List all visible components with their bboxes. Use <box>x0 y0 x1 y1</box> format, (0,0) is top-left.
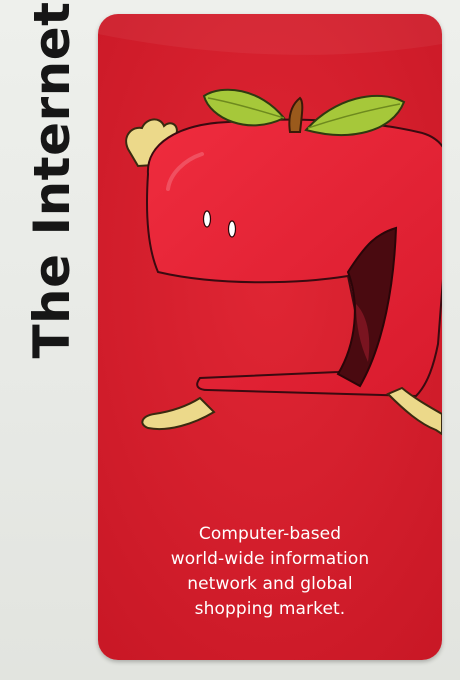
right-eye <box>227 220 237 238</box>
caption: Computer-based world-wide information ne… <box>98 522 442 622</box>
caption-line: shopping market. <box>194 599 346 619</box>
left-eye <box>202 210 212 228</box>
caption-line: network and global <box>187 574 353 594</box>
caption-line: Computer-based <box>198 524 342 544</box>
caption-line: world-wide information <box>170 549 370 569</box>
page-title: The Internet <box>23 1 81 359</box>
card: Computer-based world-wide information ne… <box>98 14 442 660</box>
